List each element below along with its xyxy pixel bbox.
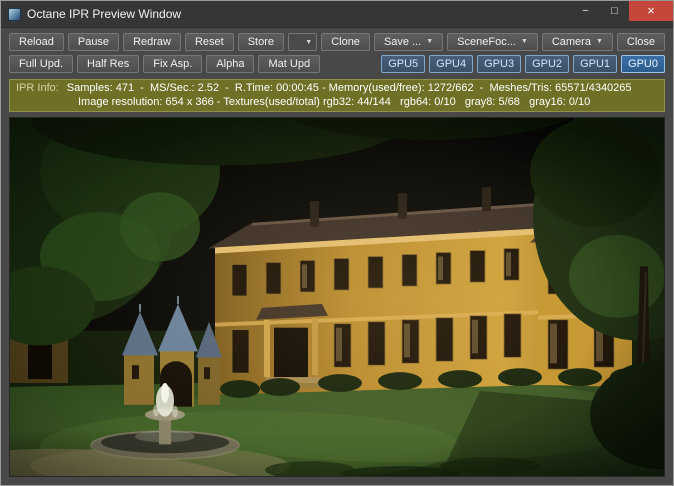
scene-focus-dropdown-button[interactable]: SceneFoc... ▼: [447, 33, 538, 51]
minimize-button[interactable]: −: [571, 1, 600, 21]
save-dropdown-button[interactable]: Save ... ▼: [373, 33, 444, 51]
title-bar[interactable]: Octane IPR Preview Window − □ ×: [1, 1, 673, 28]
ipr-info-bar: IPR Info: Samples: 471 - MS/Sec.: 2.52 - …: [9, 79, 665, 112]
pause-button[interactable]: Pause: [67, 33, 120, 51]
store-dropdown[interactable]: ▼: [288, 33, 318, 51]
gpu-button-3[interactable]: GPU3: [477, 55, 522, 73]
ipr-stats-line1: Samples: 471 - MS/Sec.: 2.52 - R.Time: 0…: [66, 82, 632, 94]
clone-button[interactable]: Clone: [321, 33, 370, 51]
app-icon: [8, 7, 21, 21]
chevron-down-icon: ▼: [595, 38, 603, 45]
ipr-stats-line2: Image resolution: 654 x 366 - Textures(u…: [78, 96, 591, 108]
vignette: [10, 118, 664, 476]
alpha-button[interactable]: Alpha: [206, 55, 255, 73]
toolbar-row-2: Full Upd. Half Res Fix Asp. Alpha Mat Up…: [1, 52, 673, 74]
gpu-button-2[interactable]: GPU2: [525, 55, 570, 73]
fix-aspect-button[interactable]: Fix Asp.: [143, 55, 203, 73]
chevron-down-icon: ▼: [305, 38, 313, 46]
close-window-button[interactable]: ×: [629, 1, 673, 21]
store-button[interactable]: Store: [237, 33, 285, 51]
full-update-button[interactable]: Full Upd.: [9, 55, 74, 73]
ipr-info-label: IPR Info:: [16, 82, 59, 94]
redraw-button[interactable]: Redraw: [123, 33, 181, 51]
toolbar-row-1: Reload Pause Redraw Reset Store ▼ Clone …: [1, 28, 673, 52]
reset-button[interactable]: Reset: [184, 33, 234, 51]
gpu-button-0[interactable]: GPU0: [621, 55, 665, 73]
gpu-button-1[interactable]: GPU1: [573, 55, 618, 73]
window-title: Octane IPR Preview Window: [27, 7, 182, 21]
chevron-down-icon: ▼: [520, 38, 528, 45]
render-viewport[interactable]: [9, 117, 665, 477]
half-res-button[interactable]: Half Res: [77, 55, 140, 73]
gpu-button-4[interactable]: GPU4: [429, 55, 474, 73]
octane-ipr-window: Octane IPR Preview Window − □ × Reload P…: [0, 0, 674, 486]
maximize-button[interactable]: □: [600, 1, 629, 21]
render-scene: [10, 118, 664, 476]
camera-dropdown-button[interactable]: Camera ▼: [541, 33, 613, 51]
window-controls: − □ ×: [571, 1, 673, 21]
mat-update-button[interactable]: Mat Upd: [258, 55, 321, 73]
chevron-down-icon: ▼: [426, 38, 434, 45]
gpu-button-5[interactable]: GPU5: [381, 55, 426, 73]
reload-button[interactable]: Reload: [9, 33, 64, 51]
ipr-info-line1: IPR Info: Samples: 471 - MS/Sec.: 2.52 - …: [16, 81, 658, 95]
close-preview-button[interactable]: Close: [616, 33, 665, 51]
